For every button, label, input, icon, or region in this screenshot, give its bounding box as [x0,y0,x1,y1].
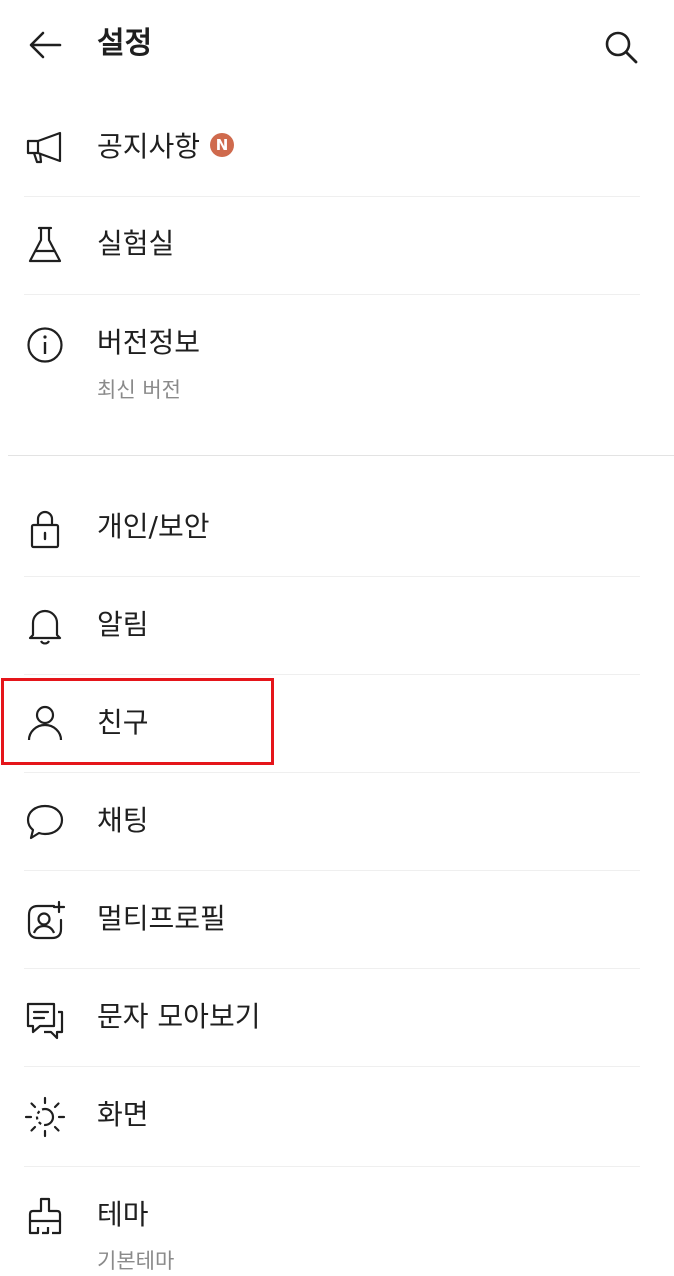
search-icon [605,31,638,64]
back-arrow-icon [29,31,62,59]
settings-item-label: 테마 [97,1198,149,1231]
search-button[interactable] [600,26,642,68]
settings-item-sms[interactable]: 문자 모아보기 [24,970,644,1066]
megaphone-icon [26,131,62,164]
settings-item-label: 채팅 [97,804,149,837]
divider [24,674,640,675]
settings-item-label: 실험실 [97,227,175,260]
bell-icon [28,609,62,645]
settings-item-lab[interactable]: 실험실 [24,198,644,294]
divider [24,1066,640,1067]
settings-item-chat[interactable]: 채팅 [24,774,644,870]
divider [24,870,640,871]
top-bar: 설정 [0,0,674,90]
settings-item-label: 문자 모아보기 [97,1000,261,1033]
settings-item-label: 공지사항 [97,130,201,163]
settings-item-sublabel: 기본테마 [97,1249,175,1273]
settings-item-label: 화면 [97,1098,149,1131]
settings-item-label: 멀티프로필 [97,902,226,935]
settings-item-label: 버전정보 [97,326,201,359]
divider [24,576,640,577]
info-icon [27,327,63,363]
section-divider [8,455,674,456]
page-title: 설정 [97,26,153,61]
lock-icon [30,510,60,549]
settings-item-notice[interactable]: 공지사항 N [24,110,644,194]
divider [24,294,640,295]
brightness-icon [24,1096,66,1138]
back-button[interactable] [26,26,66,66]
settings-item-alarm[interactable]: 알림 [24,578,644,674]
settings-item-multiprofile[interactable]: 멀티프로필 [24,872,644,968]
add-profile-icon [27,900,66,940]
chat-bubble-icon [26,804,64,840]
divider [24,196,640,197]
message-icon [26,1002,64,1040]
divider [24,772,640,773]
brush-icon [28,1197,62,1235]
divider [24,1166,640,1167]
settings-item-sublabel: 최신 버전 [97,378,181,402]
settings-item-privacy[interactable]: 개인/보안 [24,480,644,576]
settings-item-display[interactable]: 화면 [24,1068,644,1164]
settings-item-theme[interactable]: 테마 기본테마 [24,1168,644,1273]
highlight-box [1,678,274,765]
settings-item-version[interactable]: 버전정보 최신 버전 [24,296,644,430]
flask-icon [28,226,62,263]
new-badge: N [210,133,235,157]
divider [24,968,640,969]
settings-item-label: 개인/보안 [97,510,210,543]
settings-item-label: 알림 [97,608,149,641]
